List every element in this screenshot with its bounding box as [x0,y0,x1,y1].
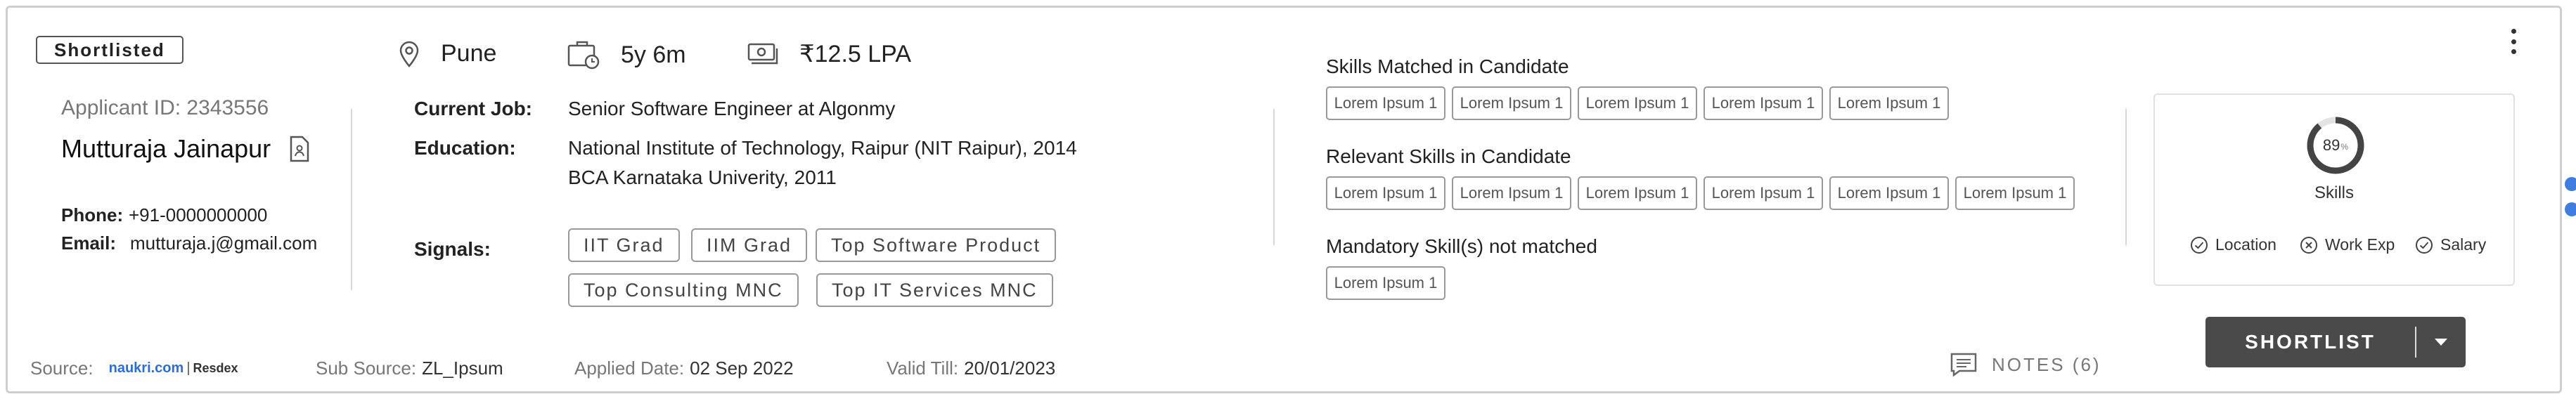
skill-chip: Lorem Ipsum 1 [1452,86,1571,120]
notes-icon [1950,353,1977,377]
valid-till-label: Valid Till: [887,358,959,379]
phone-row: Phone: +91-0000000000 [61,204,267,226]
divider [2125,109,2127,245]
notes-button[interactable]: NOTES (6) [1950,352,2101,377]
notes-label: NOTES (6) [1992,353,2101,375]
sub-source-label: Sub Source: [316,358,417,379]
criteria-location: Location [2190,235,2276,254]
sub-source-value: ZL_Ipsum [422,358,503,379]
logo-sub: Resdex [193,361,238,375]
skill-chip: Lorem Ipsum 1 [1326,86,1445,120]
applied-date-meta: Applied Date: 02 Sep 2022 [574,358,794,379]
email-row: Email: mutturaja.j@gmail.com [61,233,317,254]
applied-date-label: Applied Date: [574,358,685,379]
x-circle-icon [2300,236,2317,254]
skill-chip: Lorem Ipsum 1 [1829,176,1949,210]
skills-relevant-title: Relevant Skills in Candidate [1326,145,1571,167]
criteria-label: Location [2215,235,2276,254]
gauge-percent-sign: % [2340,142,2349,152]
signal-chip: Top Consulting MNC [568,273,799,307]
education-line: BCA Karnataka Univerity, 2011 [568,166,837,188]
carousel-dot[interactable] [2565,177,2576,191]
briefcase-clock-icon [567,41,600,70]
skills-gauge-label: Skills [2314,183,2354,202]
experience-value: 5y 6m [621,41,686,68]
applicant-id: Applicant ID: 2343556 [61,96,269,119]
signal-chip: Top Software Product [816,228,1057,262]
skills-mandatory-title: Mandatory Skill(s) not matched [1326,235,1597,257]
caret-down-icon [2435,339,2447,346]
criteria-label: Salary [2440,235,2487,254]
location-value: Pune [441,40,497,67]
email-label: Email: [61,233,117,254]
skill-chip: Lorem Ipsum 1 [1326,176,1445,210]
match-score-panel: 89% Skills Location Work Exp Salary [2153,93,2515,286]
candidate-name[interactable]: Mutturaja Jainapur [61,134,271,164]
skill-chip: Lorem Ipsum 1 [1578,176,1697,210]
skills-matched-title: Skills Matched in Candidate [1326,55,1569,77]
divider [1273,109,1275,245]
skill-chip: Lorem Ipsum 1 [1452,176,1571,210]
valid-till-meta: Valid Till: 20/01/2023 [887,358,1055,379]
valid-till-value: 20/01/2023 [964,358,1056,379]
skill-chip: Lorem Ipsum 1 [1704,176,1823,210]
money-icon [747,43,778,65]
source-label: Source: [30,358,94,379]
skill-chip: Lorem Ipsum 1 [1578,86,1697,120]
salary-stat: ₹12.5 LPA [747,40,911,68]
skill-chip: Lorem Ipsum 1 [1955,176,2075,210]
signal-chip: IIM Grad [691,228,808,262]
divider [351,109,352,290]
more-options-icon[interactable] [2509,29,2518,54]
sub-source-meta: Sub Source: ZL_Ipsum [316,358,503,379]
carousel-dot[interactable] [2565,202,2576,216]
skill-chip: Lorem Ipsum 1 [1326,266,1445,300]
criteria-label: Work Exp [2325,235,2395,254]
salary-value: ₹12.5 LPA [799,41,911,67]
criteria-work-exp: Work Exp [2300,235,2395,254]
naukri-resdex-logo: naukri.com | Resdex [109,360,238,377]
candidate-name-row: Mutturaja Jainapur [61,134,310,164]
education-line: National Institute of Technology, Raipur… [568,137,1077,159]
status-badge: Shortlisted [36,36,183,64]
email-value[interactable]: mutturaja.j@gmail.com [130,233,317,254]
skill-chip: Lorem Ipsum 1 [1829,86,1949,120]
signal-chip: Top IT Services MNC [816,273,1053,307]
check-circle-icon [2191,236,2208,254]
shortlist-dropdown-button[interactable] [2416,339,2466,346]
shortlist-button[interactable]: SHORTLIST [2205,331,2415,353]
phone-label: Phone: [61,204,124,225]
skill-chip: Lorem Ipsum 1 [1704,86,1823,120]
education-label: Education: [414,137,516,159]
criteria-salary: Salary [2415,235,2486,254]
map-pin-icon [399,41,419,67]
signal-chip: IIT Grad [568,228,680,262]
logo-main: naukri.com [108,360,184,376]
shortlist-split-button: SHORTLIST [2205,317,2466,367]
source-meta: Source: naukri.com | Resdex [30,358,238,379]
check-circle-icon [2416,236,2433,254]
resume-icon[interactable] [289,136,310,162]
applied-date-value: 02 Sep 2022 [690,358,794,379]
candidate-card: Shortlisted Applicant ID: 2343556 Muttur… [6,6,2562,393]
location-stat: Pune [399,40,496,67]
gauge-percent: 89 [2322,136,2340,154]
signals-label: Signals: [414,238,491,260]
logo-separator: | [186,360,191,376]
phone-value: +91-0000000000 [129,204,268,225]
experience-stat: 5y 6m [567,40,686,70]
current-job-label: Current Job: [414,98,532,119]
current-job-value: Senior Software Engineer at Algonmy [568,98,896,119]
gauge-value: 89% [2306,116,2365,175]
